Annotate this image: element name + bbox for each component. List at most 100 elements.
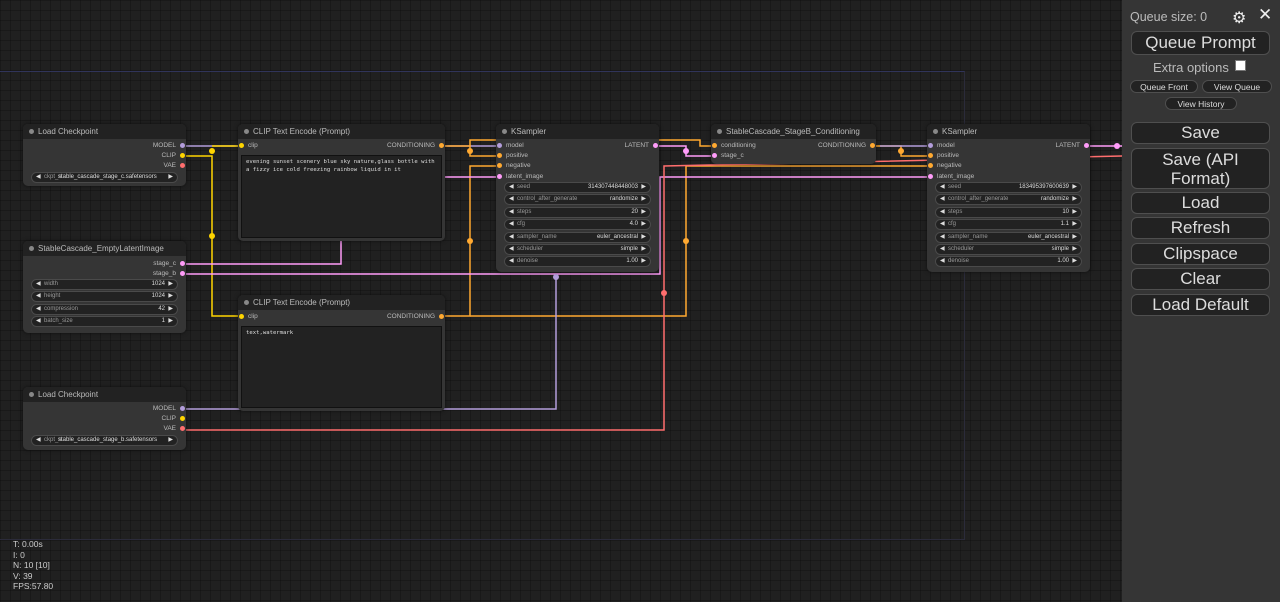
settings-gear-icon[interactable]: ⚙	[1232, 8, 1246, 28]
arrow-right-icon[interactable]: ▶	[641, 183, 646, 192]
widget-width[interactable]: ◀ width 1024 ▶	[31, 279, 178, 290]
output-model[interactable]: MODEL	[153, 141, 186, 150]
extra-options-checkbox[interactable]	[1234, 60, 1246, 71]
widget-denoise[interactable]: ◀ denoise 1.00 ▶	[935, 256, 1082, 268]
input-model[interactable]: model	[496, 141, 524, 150]
node-ksampler-c[interactable]: KSampler model positive negative latent_…	[496, 124, 659, 272]
arrow-right-icon[interactable]: ▶	[1072, 220, 1077, 229]
widget-control-after-generate[interactable]: ◀ control_after_generate randomize ▶	[935, 194, 1082, 206]
collapse-dot-icon[interactable]	[29, 129, 34, 134]
collapse-dot-icon[interactable]	[244, 129, 249, 134]
collapse-dot-icon[interactable]	[244, 300, 249, 305]
output-stage-b[interactable]: stage_b	[153, 269, 186, 278]
arrow-right-icon[interactable]: ▶	[168, 292, 173, 301]
arrow-right-icon[interactable]: ▶	[168, 173, 173, 182]
arrow-left-icon[interactable]: ◀	[940, 195, 945, 204]
arrow-left-icon[interactable]: ◀	[36, 173, 41, 182]
arrow-right-icon[interactable]: ▶	[168, 280, 173, 289]
widget-height[interactable]: ◀ height 1024 ▶	[31, 291, 178, 303]
input-clip[interactable]: clip	[238, 141, 258, 150]
prompt-textarea[interactable]: evening sunset scenery blue sky nature,g…	[241, 155, 442, 238]
collapse-dot-icon[interactable]	[933, 129, 938, 134]
arrow-right-icon[interactable]: ▶	[168, 305, 173, 314]
load-default-button[interactable]: Load Default	[1131, 294, 1270, 316]
ckpt-name-combo[interactable]: ◀ ckpt_n stable_cascade_stage_b.safetens…	[31, 435, 178, 446]
collapse-dot-icon[interactable]	[502, 129, 507, 134]
widget-cfg[interactable]: ◀ cfg 4.0 ▶	[504, 219, 651, 231]
arrow-left-icon[interactable]: ◀	[36, 436, 41, 445]
collapse-dot-icon[interactable]	[29, 392, 34, 397]
input-positive[interactable]: positive	[927, 151, 959, 160]
node-title[interactable]: StableCascade_StageB_Conditioning	[711, 124, 876, 139]
arrow-right-icon[interactable]: ▶	[641, 220, 646, 229]
widget-seed[interactable]: ◀ seed 183495397600639 ▶	[935, 182, 1082, 193]
arrow-right-icon[interactable]: ▶	[1072, 195, 1077, 204]
output-clip[interactable]: CLIP	[162, 414, 186, 423]
input-model[interactable]: model	[927, 141, 955, 150]
graph-canvas[interactable]: Load Checkpoint MODEL CLIP VAE ◀ ckpt_n …	[0, 0, 1122, 602]
arrow-left-icon[interactable]: ◀	[509, 257, 514, 266]
prompt-textarea[interactable]: text,watermark	[241, 326, 442, 408]
arrow-right-icon[interactable]: ▶	[168, 317, 173, 326]
widget-denoise[interactable]: ◀ denoise 1.00 ▶	[504, 256, 651, 268]
input-positive[interactable]: positive	[496, 151, 528, 160]
output-vae[interactable]: VAE	[163, 424, 186, 433]
arrow-right-icon[interactable]: ▶	[641, 245, 646, 254]
arrow-left-icon[interactable]: ◀	[509, 195, 514, 204]
load-button[interactable]: Load	[1131, 192, 1270, 214]
output-conditioning[interactable]: CONDITIONING	[818, 141, 876, 150]
arrow-right-icon[interactable]: ▶	[641, 195, 646, 204]
input-negative[interactable]: negative	[496, 161, 531, 170]
node-load-checkpoint-c[interactable]: Load Checkpoint MODEL CLIP VAE ◀ ckpt_n …	[23, 124, 186, 186]
node-ksampler-b[interactable]: KSampler model positive negative latent_…	[927, 124, 1090, 272]
arrow-right-icon[interactable]: ▶	[168, 436, 173, 445]
arrow-left-icon[interactable]: ◀	[36, 280, 41, 289]
widget-sampler-name[interactable]: ◀ sampler_name euler_ancestral ▶	[504, 231, 651, 243]
widget-cfg[interactable]: ◀ cfg 1.1 ▶	[935, 219, 1082, 231]
widget-batch-size[interactable]: ◀ batch_size 1 ▶	[31, 316, 178, 328]
refresh-button[interactable]: Refresh	[1131, 217, 1270, 239]
input-stage-c[interactable]: stage_c	[711, 151, 744, 160]
arrow-right-icon[interactable]: ▶	[641, 233, 646, 242]
save-api-format-button[interactable]: Save (API Format)	[1131, 148, 1270, 189]
node-empty-latent-image[interactable]: StableCascade_EmptyLatentImage stage_c s…	[23, 241, 186, 333]
arrow-right-icon[interactable]: ▶	[641, 208, 646, 217]
arrow-left-icon[interactable]: ◀	[509, 208, 514, 217]
arrow-left-icon[interactable]: ◀	[509, 233, 514, 242]
node-clip-text-encode-negative[interactable]: CLIP Text Encode (Prompt) clip CONDITION…	[238, 295, 445, 411]
arrow-left-icon[interactable]: ◀	[940, 208, 945, 217]
arrow-left-icon[interactable]: ◀	[36, 317, 41, 326]
output-latent[interactable]: LATENT	[1056, 141, 1090, 150]
view-history-button[interactable]: View History	[1165, 97, 1237, 110]
node-clip-text-encode-positive[interactable]: CLIP Text Encode (Prompt) clip CONDITION…	[238, 124, 445, 241]
queue-prompt-button[interactable]: Queue Prompt	[1131, 31, 1270, 55]
input-negative[interactable]: negative	[927, 161, 962, 170]
arrow-right-icon[interactable]: ▶	[1072, 233, 1077, 242]
node-title[interactable]: Load Checkpoint	[23, 124, 186, 139]
output-conditioning[interactable]: CONDITIONING	[387, 312, 445, 321]
input-latent-image[interactable]: latent_image	[927, 172, 974, 181]
queue-front-button[interactable]: Queue Front	[1130, 80, 1198, 93]
arrow-left-icon[interactable]: ◀	[940, 257, 945, 266]
node-title[interactable]: KSampler	[927, 124, 1090, 139]
save-button[interactable]: Save	[1131, 122, 1270, 144]
arrow-left-icon[interactable]: ◀	[509, 220, 514, 229]
input-latent-image[interactable]: latent_image	[496, 172, 543, 181]
arrow-left-icon[interactable]: ◀	[940, 245, 945, 254]
arrow-right-icon[interactable]: ▶	[1072, 245, 1077, 254]
arrow-left-icon[interactable]: ◀	[940, 183, 945, 192]
input-clip[interactable]: clip	[238, 312, 258, 321]
widget-steps[interactable]: ◀ steps 10 ▶	[935, 206, 1082, 218]
node-load-checkpoint-b[interactable]: Load Checkpoint MODEL CLIP VAE ◀ ckpt_n …	[23, 387, 186, 450]
arrow-right-icon[interactable]: ▶	[1072, 208, 1077, 217]
arrow-right-icon[interactable]: ▶	[1072, 183, 1077, 192]
arrow-left-icon[interactable]: ◀	[36, 305, 41, 314]
collapse-dot-icon[interactable]	[29, 246, 34, 251]
arrow-right-icon[interactable]: ▶	[1072, 257, 1077, 266]
arrow-left-icon[interactable]: ◀	[940, 233, 945, 242]
output-conditioning[interactable]: CONDITIONING	[387, 141, 445, 150]
widget-seed[interactable]: ◀ seed 314307448448003 ▶	[504, 182, 651, 193]
output-model[interactable]: MODEL	[153, 404, 186, 413]
output-latent[interactable]: LATENT	[625, 141, 659, 150]
arrow-right-icon[interactable]: ▶	[641, 257, 646, 266]
